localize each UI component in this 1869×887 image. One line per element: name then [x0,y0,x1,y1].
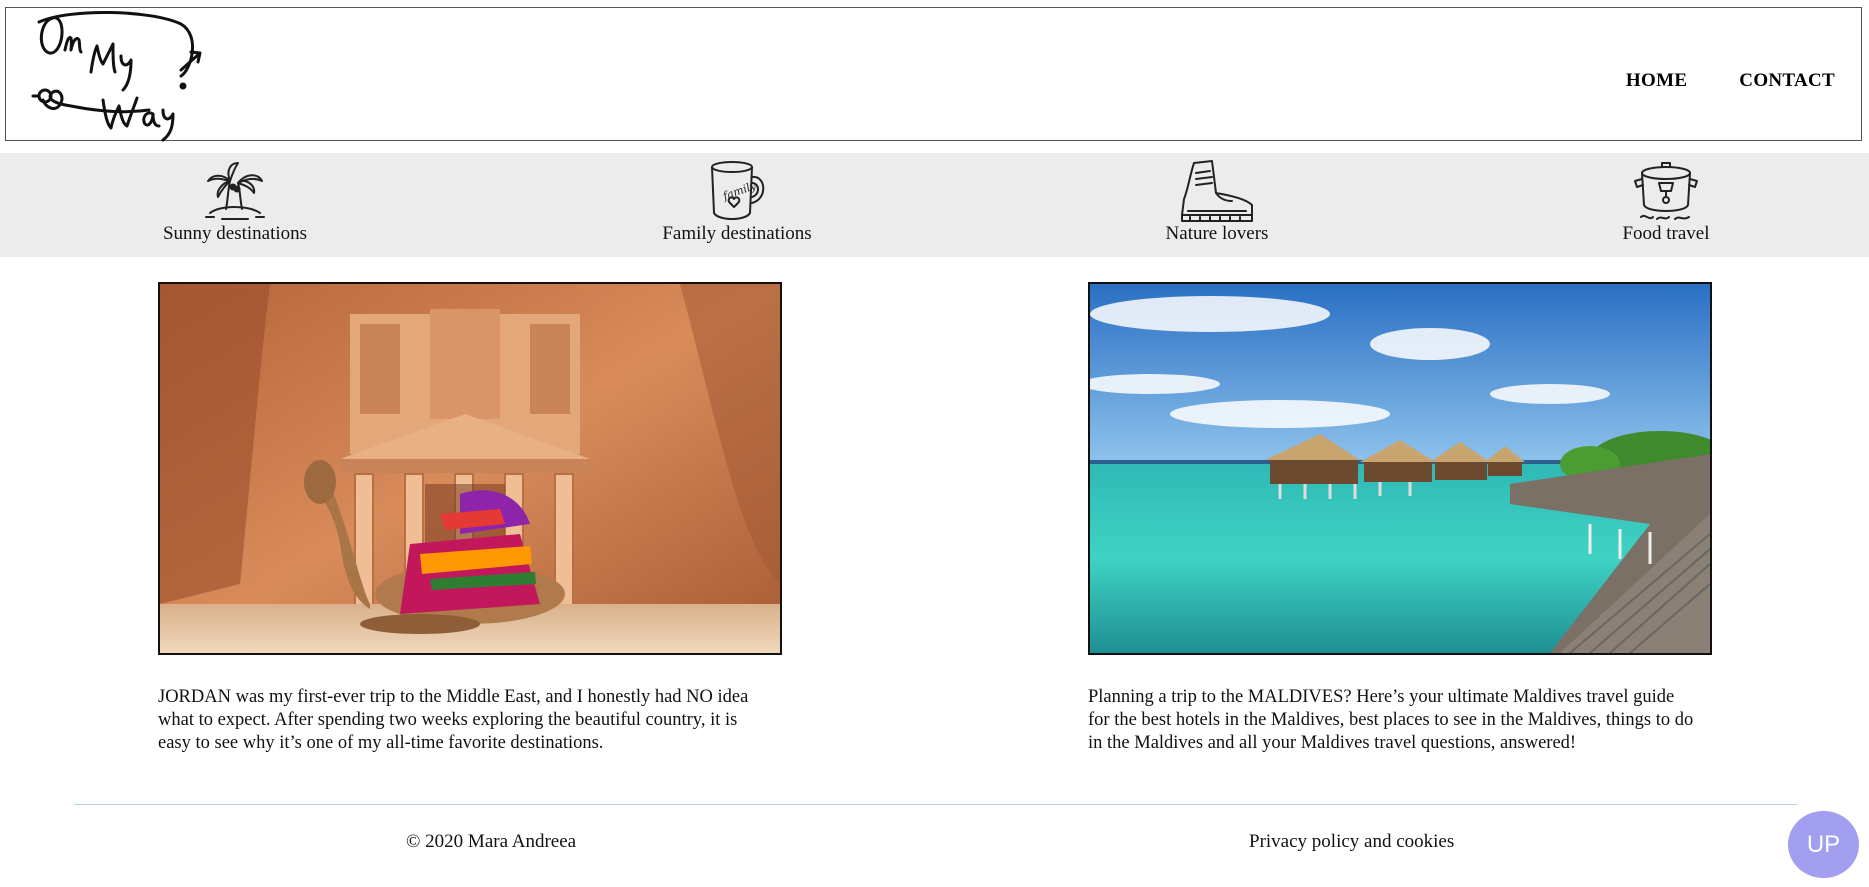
nav-contact-link[interactable]: CONTACT [1739,70,1835,92]
category-family[interactable]: family Family destinations [657,159,817,245]
maldives-post-image[interactable] [1088,282,1712,655]
hiking-boot-icon [1181,160,1253,222]
family-mug-icon: family [711,161,765,220]
scroll-up-button[interactable]: UP [1788,811,1859,878]
category-sunny[interactable]: Sunny destinations [160,159,310,245]
on-my-way-logo-icon [31,10,202,142]
site-logo[interactable] [31,10,211,142]
palm-island-icon [205,162,265,220]
maldives-post-text: Planning a trip to the MALDIVES? Here’s … [1088,687,1694,753]
category-label: Family destinations [662,223,812,244]
category-bar: Sunny destinations family Family destina… [0,153,1869,257]
category-label: Sunny destinations [162,223,308,244]
category-label: Nature lovers [1165,223,1269,244]
cooking-pot-icon [1634,162,1698,220]
footer-copyright: © 2020 Mara Andreea [406,831,577,852]
petra-treasury-camel-photo [160,284,780,653]
footer-divider [74,804,1797,805]
main-nav: HOME CONTACT [1626,70,1835,92]
maldives-overwater-bungalows-photo [1090,284,1710,653]
jordan-post-image[interactable] [158,282,782,655]
category-food[interactable]: Food travel [1604,159,1728,245]
category-nature[interactable]: Nature lovers [1142,159,1292,245]
nav-home-link[interactable]: HOME [1626,70,1687,92]
privacy-policy-link[interactable]: Privacy policy and cookies [1249,831,1454,853]
category-label: Food travel [1622,223,1710,244]
jordan-post-text: JORDAN was my first-ever trip to the Mid… [158,687,749,753]
site-header: HOME CONTACT [5,7,1862,142]
